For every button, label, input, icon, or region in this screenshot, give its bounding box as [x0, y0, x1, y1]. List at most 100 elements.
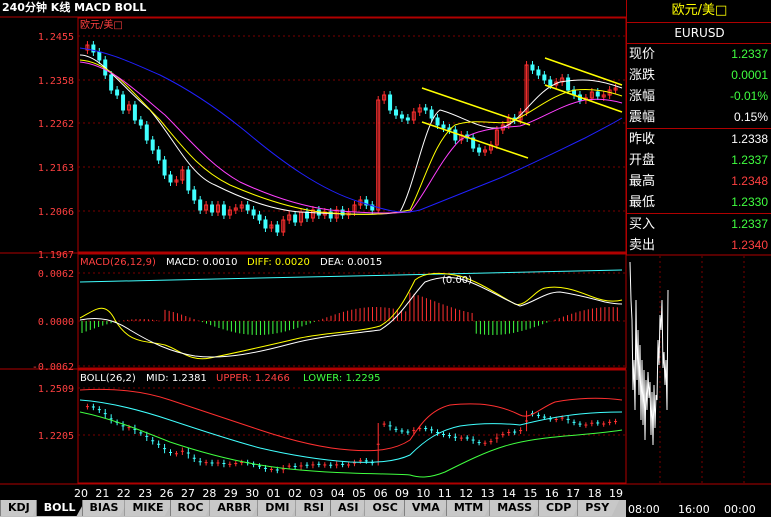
date-label: 11: [438, 487, 452, 500]
quote-value: 1.2337: [731, 217, 768, 231]
candle-body: [530, 64, 535, 71]
dea-value: DEA: 0.0015: [320, 257, 382, 268]
macd-lines: [79, 269, 623, 360]
candle-body: [150, 139, 155, 151]
candle-body: [388, 94, 393, 111]
tab-osc[interactable]: OSC: [364, 500, 408, 516]
time-label: 00:00: [724, 503, 756, 516]
quote-label: 开盘: [629, 153, 656, 168]
tab-cdp[interactable]: CDP: [538, 500, 582, 516]
tab-bias[interactable]: BIAS: [81, 500, 129, 516]
macd-tick: 0.0062: [38, 269, 74, 280]
candle-body: [548, 79, 553, 86]
quote-value: 0.15%: [733, 110, 768, 124]
quote-label: 现价: [629, 47, 656, 62]
tab-vma[interactable]: VMA: [403, 500, 450, 516]
quote-row-change: 涨跌 0.0001: [627, 65, 771, 86]
tab-roc[interactable]: ROC: [169, 500, 214, 516]
quote-label: 买入: [629, 217, 656, 232]
tab-boll[interactable]: BOLL: [35, 500, 86, 516]
candle-body: [192, 189, 197, 201]
price-tick: 1.2358: [38, 76, 74, 87]
candle-body: [132, 104, 137, 121]
ma10-line: [79, 54, 623, 215]
tab-mtm[interactable]: MTM: [445, 500, 494, 516]
quote-label: 卖出: [629, 238, 656, 253]
tab-arbr[interactable]: ARBR: [209, 500, 262, 516]
date-label: 22: [117, 487, 131, 500]
candle-body: [257, 214, 262, 221]
candle-body: [429, 109, 434, 119]
boll-tick: 1.2205: [38, 431, 74, 442]
ma60-line: [79, 47, 623, 213]
candle-body: [566, 77, 571, 91]
candle-body: [477, 147, 482, 153]
candle-body: [293, 214, 298, 223]
quote-value: 1.2337: [731, 47, 768, 61]
candlestick-series: [85, 41, 618, 236]
date-label: 15: [523, 487, 537, 500]
ma60-legend: MA60: 1.2371: [364, 20, 434, 31]
price-tick: 1.1967: [38, 250, 74, 261]
mini-grid: [659, 256, 745, 484]
candle-body: [168, 174, 173, 183]
date-label: 09: [395, 487, 409, 500]
quote-row-prev-close: 昨收 1.2338: [627, 128, 771, 150]
quote-panel: 欧元/美□ EURUSD 现价 1.2337 涨跌 0.0001 涨幅 -0.0…: [626, 0, 771, 255]
date-label: 12: [459, 487, 473, 500]
candle-body: [453, 129, 458, 141]
boll-mid: MID: 1.2381: [146, 373, 207, 384]
quote-value: 1.2337: [731, 153, 768, 167]
quote-row-amplitude: 震幅 0.15%: [627, 107, 771, 128]
quote-row-ask: 卖出 1.2340: [627, 235, 771, 256]
ma30-line: [79, 61, 623, 214]
boll-lower-line: [79, 411, 623, 478]
quote-row-high: 最高 1.2348: [627, 171, 771, 192]
date-label: 10: [416, 487, 430, 500]
candle-body: [542, 74, 547, 81]
tab-psy[interactable]: PSY: [577, 500, 620, 516]
candle-body: [435, 117, 440, 126]
quote-label: 最低: [629, 195, 656, 210]
candle-body: [210, 204, 215, 213]
tab-mass[interactable]: MASS: [489, 500, 543, 516]
ma30-legend: MA30: 1.2380: [286, 20, 356, 31]
tab-dmi[interactable]: DMI: [257, 500, 300, 516]
quote-label: 震幅: [629, 110, 656, 125]
candle-body: [251, 209, 256, 216]
date-label: 13: [481, 487, 495, 500]
candle-body: [441, 124, 446, 129]
quote-row-bid: 买入 1.2337: [627, 213, 771, 235]
date-label: 03: [309, 487, 323, 500]
tab-rsi[interactable]: RSI: [295, 500, 334, 516]
tab-asi[interactable]: ASI: [329, 500, 369, 516]
date-label: 30: [245, 487, 259, 500]
price-tick: 1.2066: [38, 207, 74, 218]
ma10-legend: MA10: 1.2423: [130, 20, 200, 31]
ma20-legend: MA20: 1.2393: [207, 20, 277, 31]
quote-value: 1.2340: [731, 238, 768, 252]
date-label: 23: [138, 487, 152, 500]
tab-mike[interactable]: MIKE: [124, 500, 174, 516]
macd-value: MACD: 0.0010: [166, 257, 238, 268]
candle-body: [156, 149, 161, 161]
macd-annotation: (0.00): [442, 275, 472, 286]
quote-label: 涨跌: [629, 68, 656, 83]
boll-upper: UPPER: 1.2466: [216, 373, 290, 384]
boll-bars: [85, 403, 618, 474]
date-label: 27: [181, 487, 195, 500]
date-label: 28: [202, 487, 216, 500]
time-label: 08:00: [628, 503, 660, 516]
date-label: 29: [224, 487, 238, 500]
tab-kdj[interactable]: KDJ: [0, 500, 40, 516]
date-label: 19: [609, 487, 623, 500]
chart-title: 240分钟 K线 MACD BOLL: [2, 0, 146, 14]
date-label: 06: [374, 487, 388, 500]
date-label: 17: [566, 487, 580, 500]
boll-lower: LOWER: 1.2295: [303, 373, 380, 384]
quote-row-open: 开盘 1.2337: [627, 150, 771, 171]
quote-label: 最高: [629, 174, 656, 189]
date-label: 21: [95, 487, 109, 500]
candle-body: [115, 89, 120, 96]
candle-body: [138, 119, 143, 126]
